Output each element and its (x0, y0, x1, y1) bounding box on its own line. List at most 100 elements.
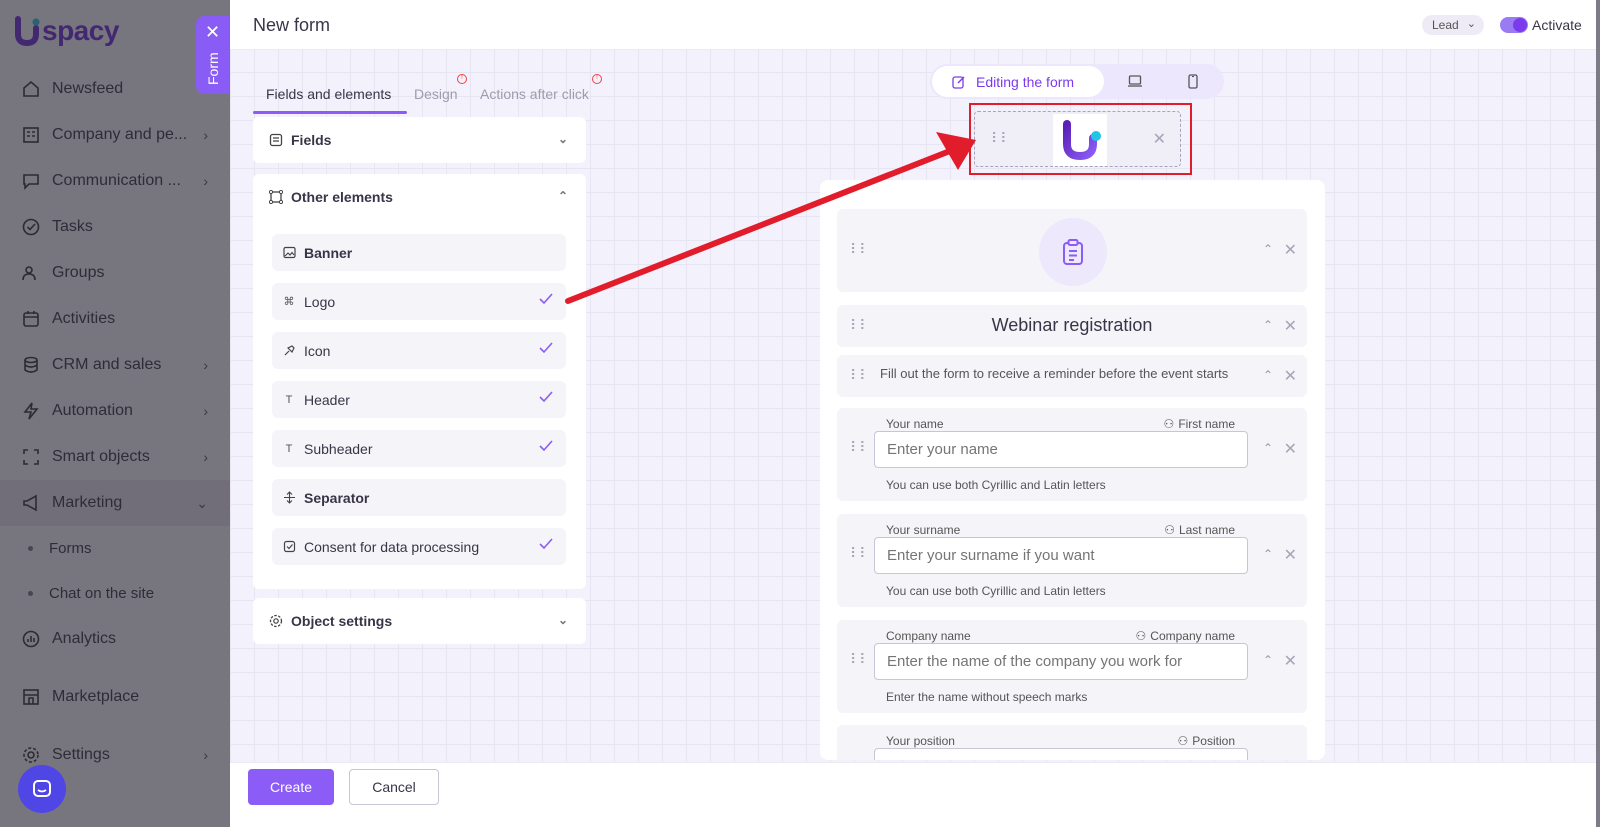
chevron-down-icon: ⌄ (557, 132, 568, 146)
desktop-preview-icon[interactable] (1127, 74, 1143, 93)
bullet-dot (28, 591, 33, 596)
remove-field-icon[interactable]: ✕ (1284, 651, 1297, 671)
field-block-position[interactable]: Your position ⚇ Position (837, 725, 1307, 760)
create-button[interactable]: Create (248, 769, 334, 805)
chevron-up-icon[interactable]: ⌃ (1263, 441, 1273, 455)
chevron-up-icon[interactable]: ⌃ (1263, 653, 1273, 667)
chevron-up-icon[interactable]: ⌃ (1263, 368, 1273, 382)
chevron-up-icon[interactable]: ⌃ (1263, 547, 1273, 561)
building-icon (20, 124, 42, 146)
logo-block[interactable]: ⠇⠇ ✕ (974, 111, 1181, 167)
sidebar-item-company[interactable]: Company and pe... › (0, 112, 230, 158)
form-panel-tab[interactable]: ✕ Form (196, 16, 229, 94)
active-tab-indicator (253, 111, 407, 114)
element-logo[interactable]: ⌘ Logo (272, 283, 566, 320)
sidebar-item-analytics[interactable]: Analytics (0, 616, 230, 662)
position-input[interactable] (874, 748, 1248, 760)
sidebar-item-smart-objects[interactable]: Smart objects › (0, 434, 230, 480)
field-label: Your name (886, 417, 944, 431)
field-block-name[interactable]: ⠇⠇ Your name ⚇First name You can use bot… (837, 408, 1307, 501)
chevron-right-icon: › (203, 173, 208, 189)
element-icon[interactable]: Icon (272, 332, 566, 369)
field-block-company[interactable]: ⠇⠇ Company name ⚇ Company name Enter the … (837, 620, 1307, 713)
cancel-button[interactable]: Cancel (349, 769, 439, 805)
name-input[interactable] (874, 431, 1248, 468)
activate-toggle[interactable] (1500, 17, 1528, 33)
support-chat-button[interactable] (18, 765, 66, 813)
element-separator[interactable]: Separator (272, 479, 566, 516)
field-mapping[interactable]: ⚇ First name (1164, 417, 1235, 431)
element-consent[interactable]: Consent for data processing (272, 528, 566, 565)
object-settings-header[interactable]: Object settings ⌄ (253, 598, 586, 644)
form-icon-block[interactable]: ⠇⠇ ⌃ ✕ (837, 209, 1307, 292)
company-input[interactable] (874, 643, 1248, 680)
fields-panel-header[interactable]: Fields ⌄ (253, 117, 586, 163)
app-logo[interactable]: spacy (14, 14, 119, 48)
sidebar-subitem-forms[interactable]: Forms (0, 526, 230, 571)
sidebar-item-label: Newsfeed (52, 80, 124, 97)
tab-design[interactable]: Design (414, 86, 458, 102)
sidebar-item-label: Settings (52, 746, 110, 763)
form-subheader-block[interactable]: ⠇⠇ Fill out the form to receive a remind… (837, 355, 1307, 397)
sidebar-item-groups[interactable]: Groups (0, 250, 230, 296)
chevron-up-icon[interactable]: ⌃ (1263, 242, 1273, 256)
sidebar-item-label: Communication ... (52, 172, 181, 189)
drag-handle-icon[interactable]: ⠇⠇ (991, 130, 1010, 147)
object-settings-panel[interactable]: Object settings ⌄ (253, 598, 586, 644)
home-icon (20, 78, 42, 100)
pin-icon (282, 344, 296, 358)
mobile-preview-icon[interactable] (1187, 74, 1199, 94)
fields-panel[interactable]: Fields ⌄ (253, 117, 586, 163)
remove-field-icon[interactable]: ✕ (1284, 439, 1297, 459)
sidebar-item-tasks[interactable]: Tasks (0, 204, 230, 250)
sidebar-item-marketplace[interactable]: Marketplace (0, 674, 230, 720)
drag-handle-icon[interactable]: ⠇⠇ (850, 545, 869, 562)
entity-select[interactable]: Lead ⌄ (1422, 15, 1484, 35)
sidebar-item-crm[interactable]: CRM and sales › (0, 342, 230, 388)
field-label: Company name (886, 629, 971, 643)
field-mapping-label: Last name (1178, 523, 1235, 537)
drag-handle-icon[interactable]: ⠇⠇ (850, 367, 869, 384)
toggle-knob (1513, 18, 1527, 32)
field-block-surname[interactable]: ⠇⠇ Your surname ⚇Last name You can use b… (837, 514, 1307, 607)
field-help-text: You can use both Cyrillic and Latin lett… (886, 584, 1106, 598)
sidebar-subitem-chat[interactable]: Chat on the site (0, 571, 230, 616)
bullet-dot (28, 546, 33, 551)
sidebar-item-marketing[interactable]: Marketing ⌄ (0, 480, 230, 526)
sidebar-item-communication[interactable]: Communication ... › (0, 158, 230, 204)
logo-block-highlight: ⠇⠇ ✕ (969, 103, 1192, 175)
drag-handle-icon[interactable]: ⠇⠇ (850, 439, 869, 456)
sidebar-nav: Newsfeed Company and pe... › Communicati… (0, 66, 230, 778)
sidebar-subitem-label: Chat on the site (49, 585, 155, 602)
tab-actions-after-click[interactable]: Actions after click (480, 86, 589, 102)
sidebar-item-label: Marketplace (52, 688, 140, 705)
drag-handle-icon[interactable]: ⠇⠇ (850, 241, 869, 258)
chevron-right-icon: › (203, 449, 208, 465)
remove-field-icon[interactable]: ✕ (1284, 545, 1297, 565)
sidebar-item-label: Automation (52, 402, 133, 419)
field-mapping[interactable]: ⚇ Position (1178, 734, 1235, 748)
drag-handle-icon[interactable]: ⠇⠇ (850, 651, 869, 668)
image-icon (282, 246, 296, 260)
surname-input[interactable] (874, 537, 1248, 574)
remove-block-icon[interactable]: ✕ (1284, 366, 1297, 386)
form-header-block[interactable]: ⠇⠇ Webinar registration ⌃ ✕ (837, 305, 1307, 347)
element-banner[interactable]: Banner (272, 234, 566, 271)
sidebar-item-automation[interactable]: Automation › (0, 388, 230, 434)
field-mapping[interactable]: ⚇ Company name (1136, 629, 1235, 643)
element-header[interactable]: T Header (272, 381, 566, 418)
other-elements-header[interactable]: Other elements ⌃ (253, 174, 586, 220)
element-subheader[interactable]: T Subheader (272, 430, 566, 467)
close-icon[interactable]: ✕ (205, 22, 220, 43)
editing-mode-button[interactable]: Editing the form (932, 66, 1104, 97)
remove-block-icon[interactable]: ✕ (1284, 316, 1297, 336)
chevron-up-icon[interactable]: ⌃ (1263, 318, 1273, 332)
remove-block-icon[interactable]: ✕ (1284, 240, 1297, 260)
remove-logo-icon[interactable]: ✕ (1153, 129, 1166, 149)
store-icon (20, 686, 42, 708)
tab-fields-and-elements[interactable]: Fields and elements (266, 86, 391, 102)
field-mapping[interactable]: ⚇ Last name (1164, 523, 1235, 537)
sidebar-item-activities[interactable]: Activities (0, 296, 230, 342)
field-label: Your position (886, 734, 955, 748)
element-label: Icon (304, 342, 331, 359)
